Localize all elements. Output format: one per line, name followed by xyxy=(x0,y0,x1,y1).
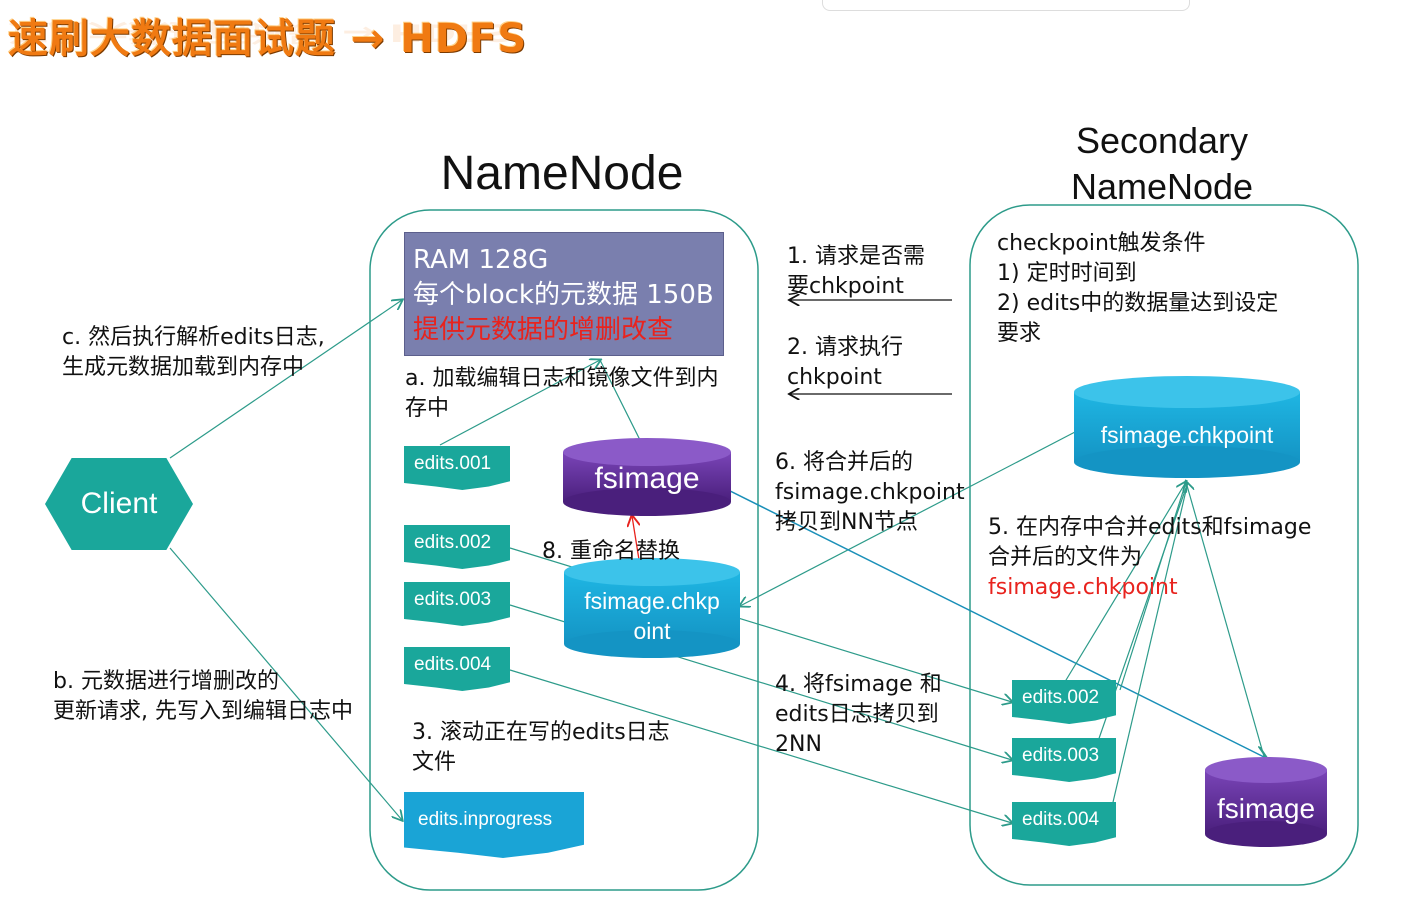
nn-edits-002: edits.002 xyxy=(404,525,510,569)
step-a-line2: 存中 xyxy=(405,396,450,421)
step-6-line2: fsimage.chkpoint xyxy=(775,480,965,505)
step-2-line2: chkpoint xyxy=(787,365,882,390)
fsimage-chkpoint-line2: oint xyxy=(633,618,671,644)
step-3-line2: 文件 xyxy=(412,750,457,775)
ram-crud: 提供元数据的增删改查 xyxy=(413,315,674,345)
step-2-line1: 2. 请求执行 xyxy=(787,335,903,360)
step-1-line2: 要chkpoint xyxy=(787,274,904,299)
step-3-label: 3. 滚动正在写的edits日志 文件 xyxy=(412,718,670,778)
2nn-edits-003: edits.003 xyxy=(1012,738,1116,782)
nn-edits-004: edits.004 xyxy=(404,647,510,691)
ram-block-metadata: 每个block的元数据 150B xyxy=(413,280,714,310)
step-1-label: 1. 请求是否需 要chkpoint xyxy=(787,242,925,302)
step-4-label: 4. 将fsimage 和 edits日志拷贝到 2NN xyxy=(775,670,942,760)
step-6-line3: 拷贝到NN节点 xyxy=(775,510,918,535)
step-c-label: c. 然后执行解析edits日志, 生成元数据加载到内存中 xyxy=(62,323,325,383)
condition-2: 2) edits中的数据量达到设定 xyxy=(997,291,1279,316)
step-5-line2: 合并后的文件为 xyxy=(988,545,1143,570)
namenode-title: NameNode xyxy=(440,147,684,200)
step-6-label: 6. 将合并后的 fsimage.chkpoint 拷贝到NN节点 xyxy=(775,448,965,538)
condition-1: 1) 定时时间到 xyxy=(997,261,1137,286)
step-b-line1: b. 元数据进行增删改的 xyxy=(53,669,279,694)
step-4-line2: edits日志拷贝到 xyxy=(775,702,939,727)
secondary-title-line2: NameNode xyxy=(1070,166,1254,207)
step-c-line2: 生成元数据加载到内存中 xyxy=(62,355,305,380)
fsimage-chkpoint-line1: fsimage.chkp xyxy=(584,588,720,614)
step-3-line1: 3. 滚动正在写的edits日志 xyxy=(412,720,670,745)
condition-2-cont: 要求 xyxy=(997,321,1042,346)
step-8-label: 8. 重命名替换 xyxy=(542,539,680,564)
edits-inprogress: edits.inprogress xyxy=(404,792,584,858)
step-6-line1: 6. 将合并后的 xyxy=(775,450,913,475)
step-4-line3: 2NN xyxy=(775,732,822,757)
step-b-line2: 更新请求, 先写入到编辑日志中 xyxy=(53,699,353,724)
step-c-line1: c. 然后执行解析edits日志, xyxy=(62,325,325,350)
step-5-line1: 5. 在内存中合并edits和fsimage xyxy=(988,515,1312,540)
client-node: Client xyxy=(45,458,193,550)
secondary-title-line1: Secondary xyxy=(1075,120,1249,161)
nn-edits-001: edits.001 xyxy=(404,446,510,490)
ram-box: RAM 128G 每个block的元数据 150B 提供元数据的增删改查 xyxy=(404,232,724,356)
conditions-title: checkpoint触发条件 xyxy=(997,231,1206,256)
step-1-line1: 1. 请求是否需 xyxy=(787,244,925,269)
step-5-file: fsimage.chkpoint xyxy=(988,575,1178,600)
step-a-line1: a. 加载编辑日志和镜像文件到内 xyxy=(405,366,719,391)
nn-edits-003: edits.003 xyxy=(404,582,510,626)
checkpoint-conditions: checkpoint触发条件 1) 定时时间到 2) edits中的数据量达到设… xyxy=(997,229,1278,349)
secondary-namenode-title: Secondary NameNode xyxy=(1010,118,1314,210)
fsimage-chkpoint-label-2nn: fsimage.chkpoint xyxy=(1100,422,1274,448)
fsimage-label: fsimage xyxy=(594,462,700,495)
step-4-line1: 4. 将fsimage 和 xyxy=(775,672,942,697)
2nn-edits-002: edits.002 xyxy=(1012,680,1116,724)
step-b-label: b. 元数据进行增删改的 更新请求, 先写入到编辑日志中 xyxy=(53,667,353,727)
fsimage-chkpoint-label-nn: fsimage.chkp oint xyxy=(564,586,740,646)
ram-size: RAM 128G xyxy=(413,245,549,275)
fsimage-label-2nn: fsimage xyxy=(1216,793,1316,824)
step-5-label: 5. 在内存中合并edits和fsimage 合并后的文件为 fsimage.c… xyxy=(988,513,1311,603)
2nn-edits-004: edits.004 xyxy=(1012,802,1116,846)
step-2-label: 2. 请求执行 chkpoint xyxy=(787,333,903,393)
step-a-label: a. 加载编辑日志和镜像文件到内 存中 xyxy=(405,364,718,424)
